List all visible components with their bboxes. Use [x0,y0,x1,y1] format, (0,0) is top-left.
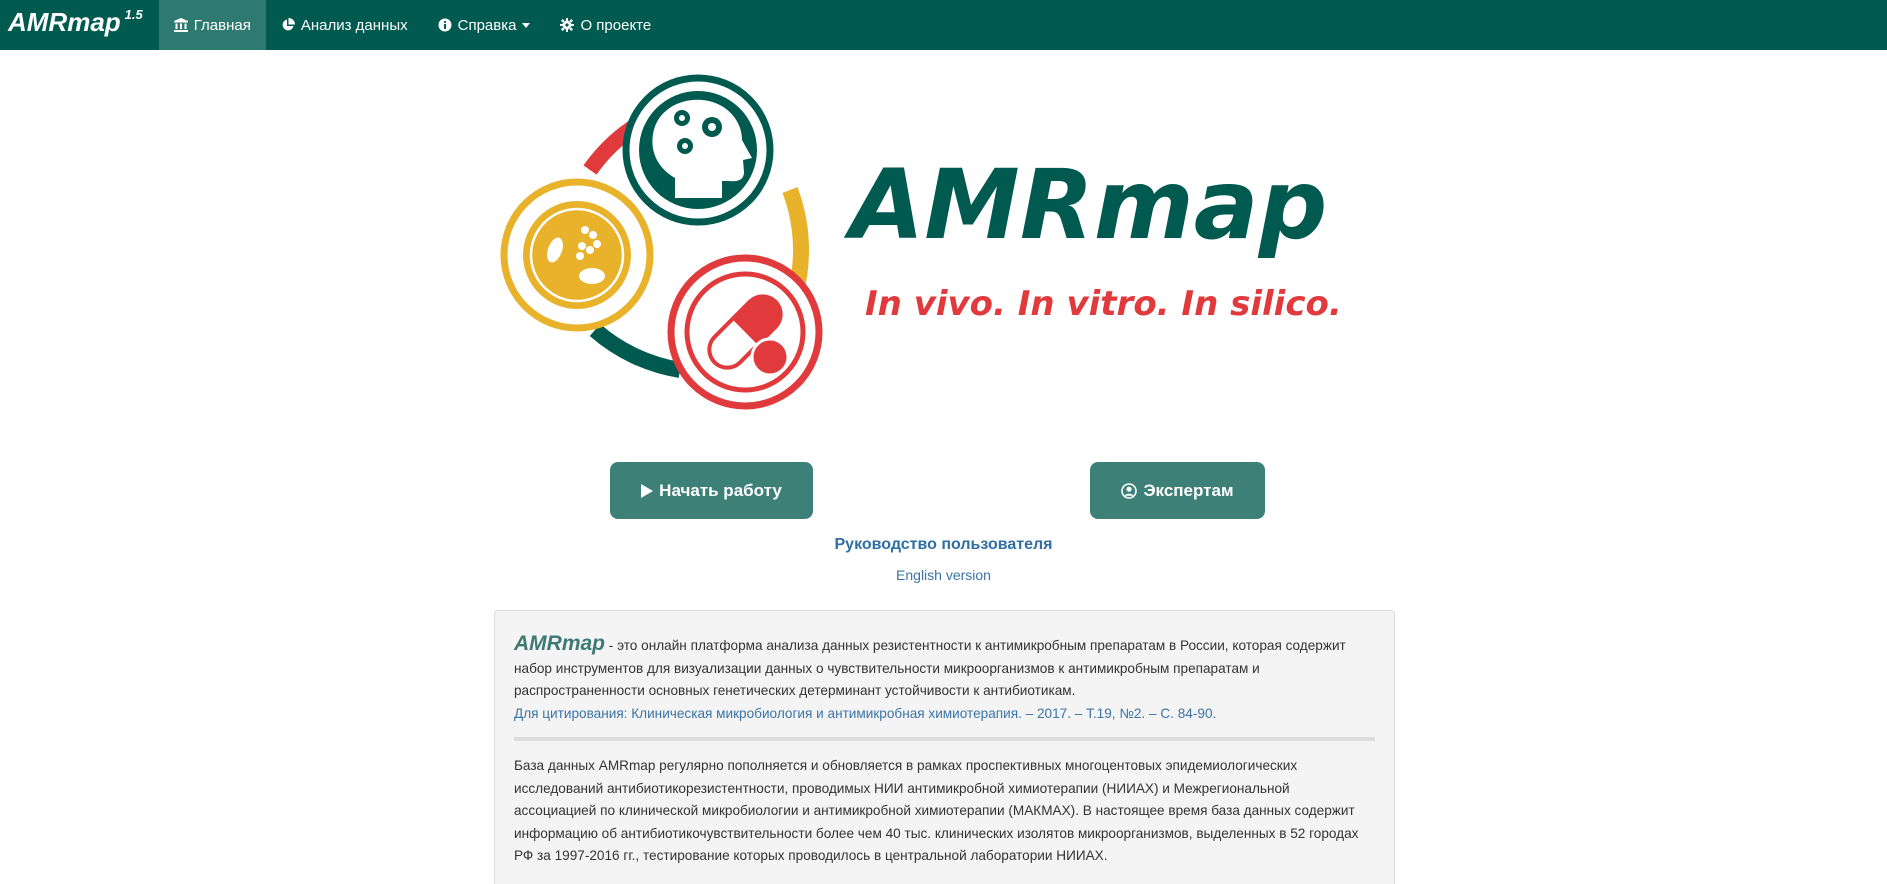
nav-data-analysis[interactable]: Анализ данных [266,0,423,50]
nav-data-analysis-label: Анализ данных [300,16,408,34]
platform-name: AMRmap [514,632,606,655]
user-circle-icon [1121,482,1138,499]
experts-button[interactable]: Экспертам [1090,462,1265,519]
start-work-label: Начать работу [659,480,782,500]
nav-home-label: Главная [193,16,251,34]
brain-gears-icon [622,74,774,226]
nav-home[interactable]: Главная [158,0,266,50]
user-guide-link[interactable]: Руководство пользователя [0,536,1887,554]
citation-link[interactable]: Для цитирования: Клиническая микробиолог… [514,706,1216,721]
database-paragraph: База данных AMRmap регулярно пополняется… [514,758,1359,863]
navbar: AMRmap 1.5 Главная Анализ данных Справка… [0,0,1887,50]
info-circle-icon [438,18,452,32]
amrmap-logo: AMRmap In vivo. In vitro. In silico. [500,74,1342,410]
brand-name: AMRmap [8,7,121,37]
experts-label: Экспертам [1143,480,1234,500]
info-panel: AMRmap - это онлайн платформа анализа да… [494,610,1395,884]
play-icon [641,483,654,498]
chevron-down-icon [522,22,531,28]
logo-tagline: In vivo. In vitro. In silico. [865,284,1342,324]
brand-link[interactable]: AMRmap 1.5 [0,0,159,50]
logo-title: AMRmap [843,149,1327,261]
nav-about[interactable]: О проекте [545,0,666,50]
intro-paragraph: AMRmap - это онлайн платформа анализа да… [514,632,1375,725]
gear-icon [560,18,575,32]
nav-about-label: О проекте [580,16,652,34]
brand-version: 1.5 [124,7,143,22]
start-work-button[interactable]: Начать работу [610,462,813,519]
institution-icon [173,18,188,32]
pie-chart-icon [281,18,295,32]
microbes-icon [500,178,654,332]
intro-text: - это онлайн платформа анализа данных ре… [514,638,1346,698]
english-version-link[interactable]: English version [0,567,1887,583]
nav-help-label: Справка [457,16,517,34]
capsule-icon [667,254,823,410]
divider [514,737,1375,741]
nav-help-dropdown[interactable]: Справка [423,0,546,50]
